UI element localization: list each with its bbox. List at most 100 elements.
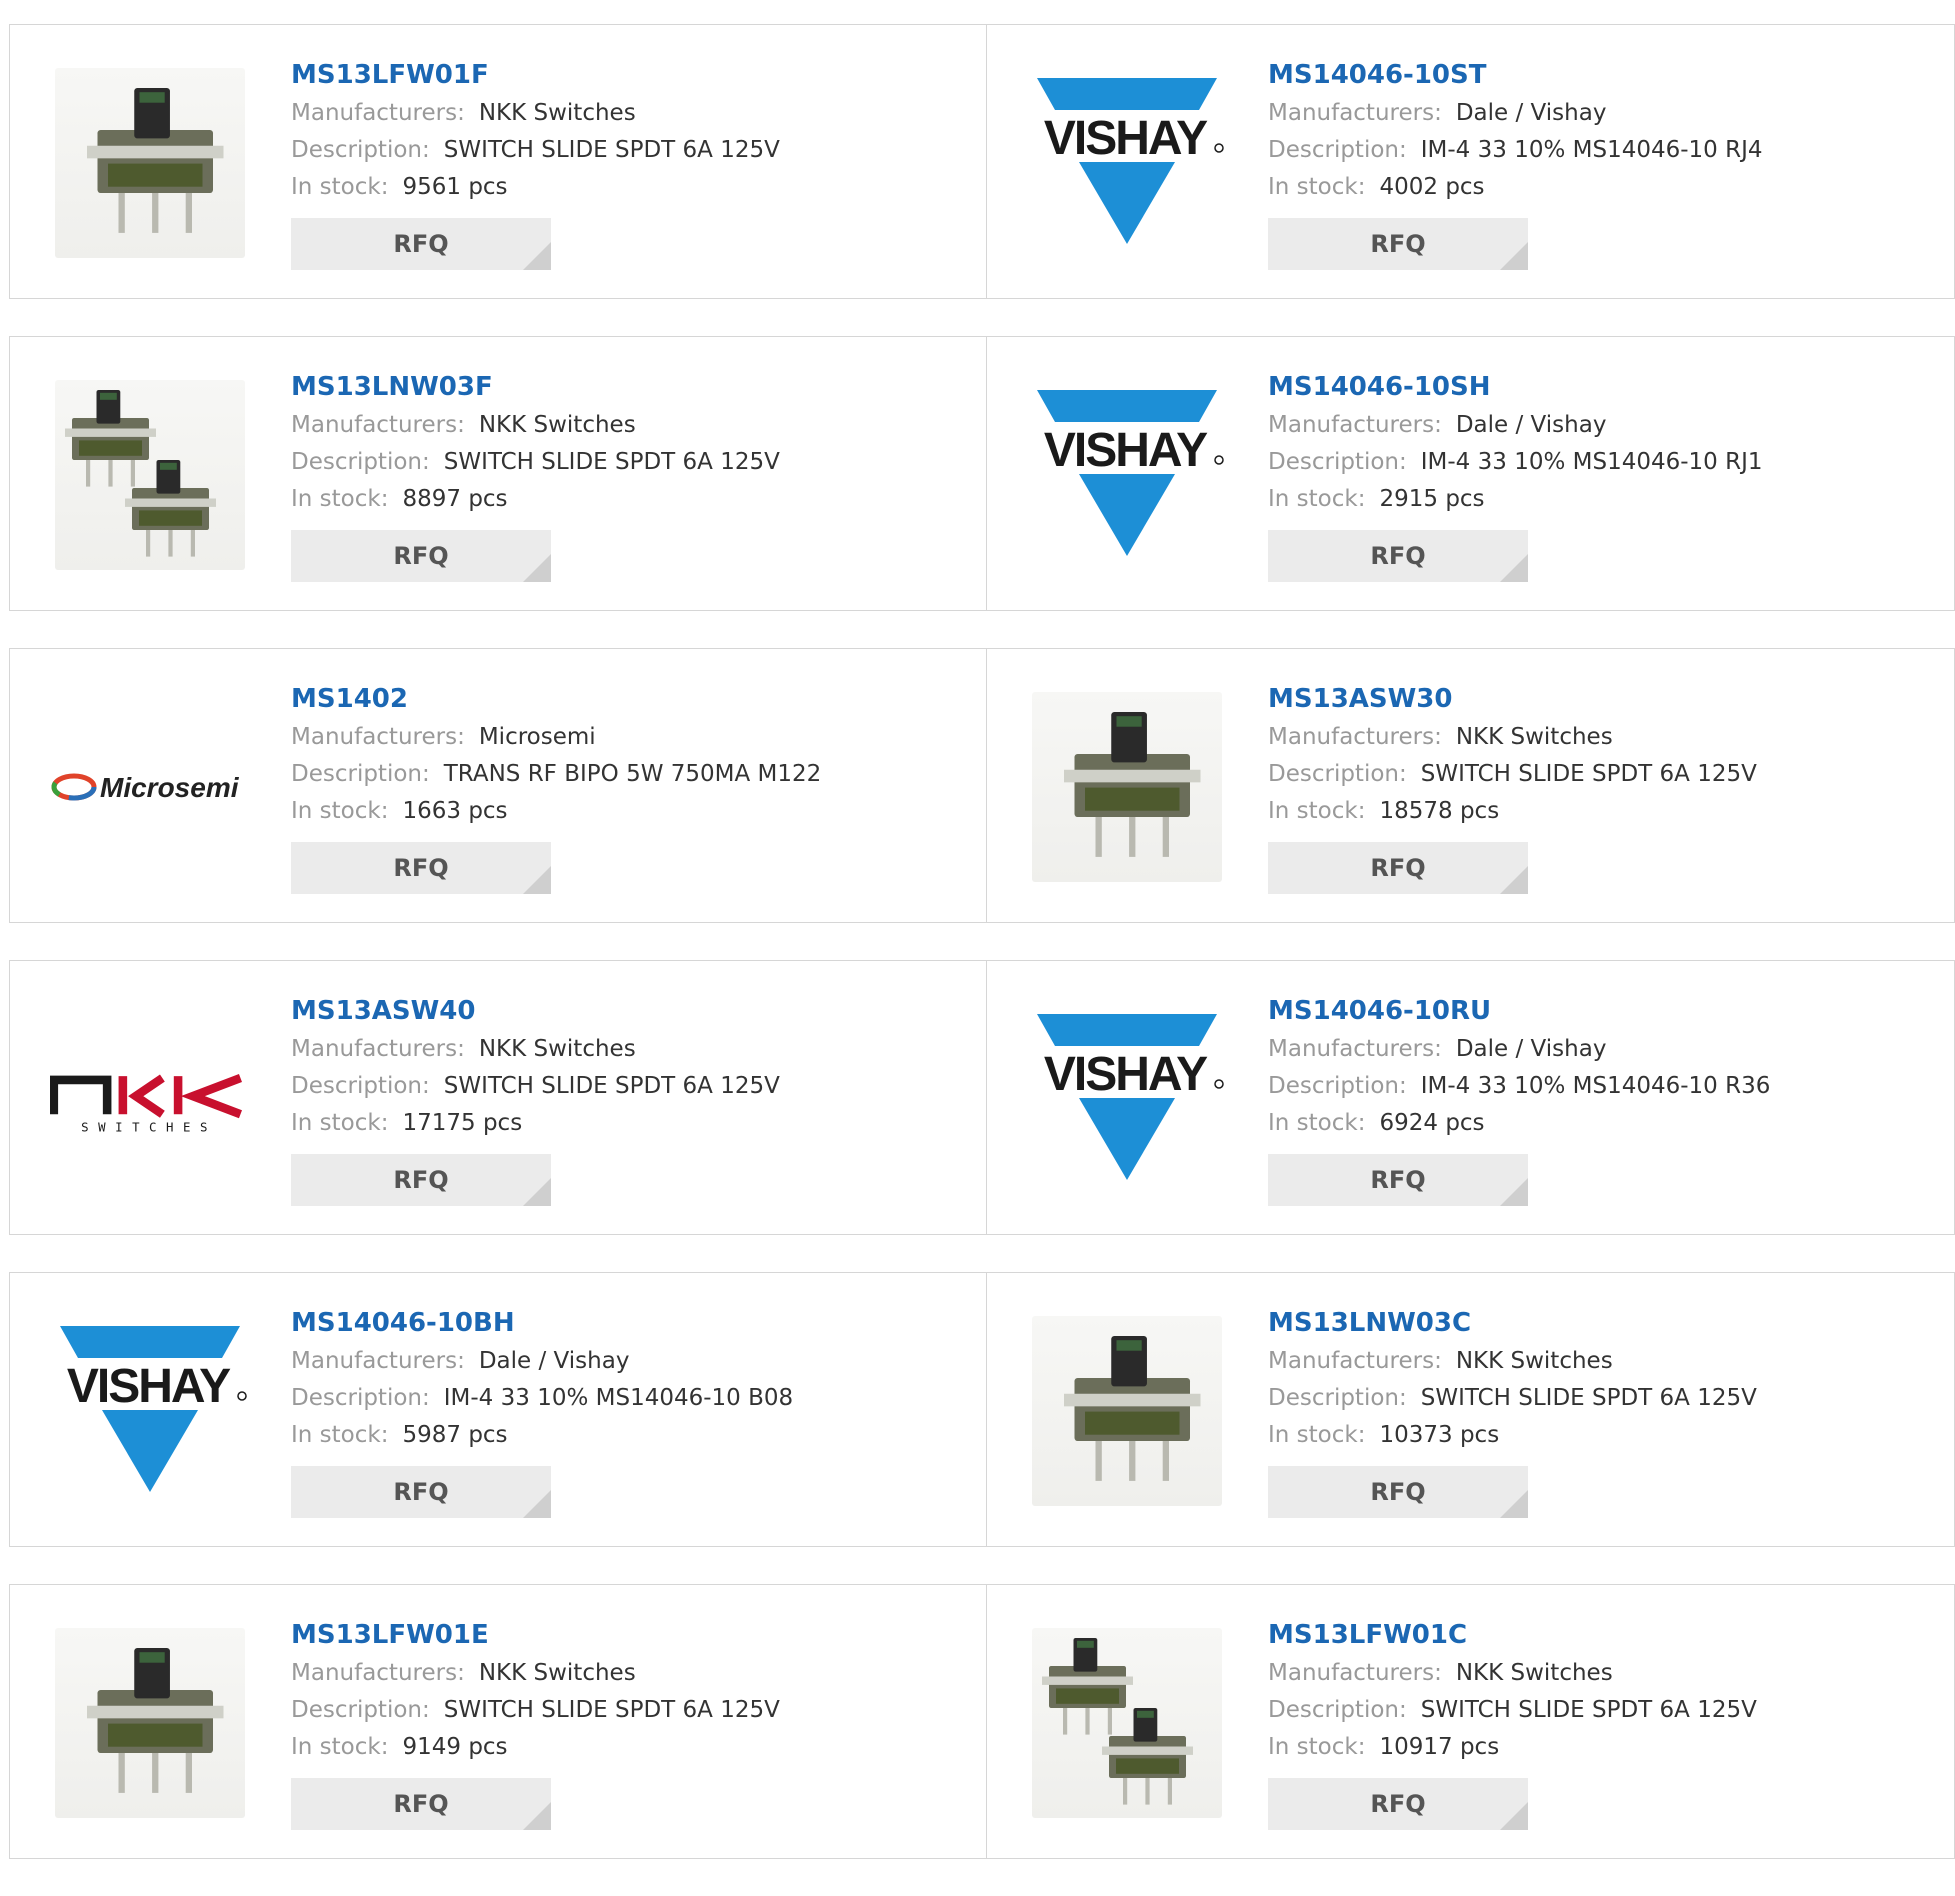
manufacturer-label: Manufacturers: [291, 1348, 465, 1374]
vishay-logo-icon: VISHAY [60, 1326, 247, 1492]
svg-text:Microsemi: Microsemi [100, 772, 240, 803]
product-thumbnail[interactable] [50, 1623, 250, 1823]
description-row: Description: TRANS RF BIPO 5W 750MA M122 [291, 756, 821, 793]
manufacturer-label: Manufacturers: [1268, 100, 1442, 126]
part-number-link[interactable]: MS13LFW01C [1268, 1615, 1757, 1655]
rfq-button[interactable]: RFQ [1268, 1466, 1528, 1518]
rfq-button[interactable]: RFQ [291, 842, 551, 894]
stock-value: 8897 pcs [402, 486, 508, 512]
part-number-link[interactable]: MS14046-10BH [291, 1303, 793, 1343]
product-thumbnail[interactable]: Microsemi [50, 687, 250, 887]
vishay-logo-icon: VISHAY [1037, 390, 1224, 556]
switch-photo-icon [55, 1628, 245, 1818]
product-thumbnail[interactable] [50, 375, 250, 575]
product-thumbnail[interactable]: VISHAY [1027, 375, 1227, 575]
rfq-button[interactable]: RFQ [1268, 1154, 1528, 1206]
manufacturer-row: Manufacturers: Microsemi [291, 719, 821, 756]
product-thumbnail[interactable]: VISHAY [1027, 63, 1227, 263]
description-label: Description: [291, 1073, 430, 1099]
product-row: Microsemi MS1402 Manufacturers: Microsemi… [9, 648, 1955, 923]
description-row: Description: SWITCH SLIDE SPDT 6A 125V [1268, 1380, 1757, 1417]
stock-row: In stock: 2915 pcs [1268, 481, 1763, 518]
manufacturer-row: Manufacturers: NKK Switches [1268, 1655, 1757, 1692]
rfq-button[interactable]: RFQ [1268, 218, 1528, 270]
manufacturer-label: Manufacturers: [291, 1036, 465, 1062]
product-thumbnail[interactable]: VISHAY [1027, 999, 1227, 1199]
rfq-button[interactable]: RFQ [291, 218, 551, 270]
description-value: SWITCH SLIDE SPDT 6A 125V [443, 1073, 780, 1099]
microsemi-logo-icon: Microsemi [51, 772, 240, 803]
manufacturer-value: Dale / Vishay [1455, 1036, 1607, 1062]
description-label: Description: [1268, 1073, 1407, 1099]
stock-value: 9149 pcs [402, 1734, 508, 1760]
manufacturer-value: Dale / Vishay [1455, 100, 1607, 126]
manufacturer-value: NKK Switches [1455, 1660, 1613, 1686]
rfq-button[interactable]: RFQ [1268, 530, 1528, 582]
rfq-label: RFQ [393, 854, 449, 882]
part-number-link[interactable]: MS14046-10RU [1268, 991, 1770, 1031]
product-card: MS13LFW01F Manufacturers: NKK Switches De… [9, 24, 987, 299]
part-number-link[interactable]: MS13LNW03F [291, 367, 780, 407]
rfq-label: RFQ [1370, 230, 1426, 258]
rfq-button[interactable]: RFQ [291, 1778, 551, 1830]
rfq-button[interactable]: RFQ [291, 1466, 551, 1518]
stock-row: In stock: 18578 pcs [1268, 793, 1757, 830]
rfq-button[interactable]: RFQ [1268, 1778, 1528, 1830]
stock-label: In stock: [291, 1734, 389, 1760]
stock-label: In stock: [291, 1110, 389, 1136]
product-card: VISHAY MS14046-10ST Manufacturers: Dale /… [987, 24, 1955, 299]
stock-label: In stock: [1268, 798, 1366, 824]
description-value: IM-4 33 10% MS14046-10 RJ1 [1420, 449, 1763, 475]
manufacturer-row: Manufacturers: NKK Switches [291, 1031, 780, 1068]
rfq-button[interactable]: RFQ [1268, 842, 1528, 894]
switch-photo-icon [1032, 692, 1222, 882]
stock-value: 9561 pcs [402, 174, 508, 200]
part-number-link[interactable]: MS13LFW01F [291, 55, 780, 95]
description-value: SWITCH SLIDE SPDT 6A 125V [1420, 1697, 1757, 1723]
rfq-label: RFQ [393, 1790, 449, 1818]
product-info: MS13LFW01E Manufacturers: NKK Switches De… [291, 1615, 780, 1830]
rfq-label: RFQ [1370, 1166, 1426, 1194]
stock-label: In stock: [291, 486, 389, 512]
product-thumbnail[interactable] [1027, 1623, 1227, 1823]
stock-value: 1663 pcs [402, 798, 508, 824]
product-card: VISHAY MS14046-10SH Manufacturers: Dale /… [987, 336, 1955, 611]
product-info: MS14046-10BH Manufacturers: Dale / Vishay… [291, 1303, 793, 1518]
stock-value: 4002 pcs [1379, 174, 1485, 200]
product-thumbnail[interactable] [1027, 1311, 1227, 1511]
nkk-logo-icon: SWITCHES [50, 1074, 242, 1134]
part-number-link[interactable]: MS14046-10ST [1268, 55, 1763, 95]
description-label: Description: [1268, 137, 1407, 163]
part-number-link[interactable]: MS14046-10SH [1268, 367, 1763, 407]
description-row: Description: SWITCH SLIDE SPDT 6A 125V [291, 1068, 780, 1105]
stock-row: In stock: 6924 pcs [1268, 1105, 1770, 1142]
manufacturer-value: NKK Switches [1455, 724, 1613, 750]
corner-triangle-icon [1500, 1490, 1528, 1518]
rfq-button[interactable]: RFQ [291, 1154, 551, 1206]
description-label: Description: [291, 1697, 430, 1723]
description-row: Description: IM-4 33 10% MS14046-10 RJ1 [1268, 444, 1763, 481]
stock-row: In stock: 8897 pcs [291, 481, 780, 518]
rfq-label: RFQ [1370, 1790, 1426, 1818]
part-number-link[interactable]: MS13LNW03C [1268, 1303, 1757, 1343]
part-number-link[interactable]: MS13LFW01E [291, 1615, 780, 1655]
stock-label: In stock: [1268, 174, 1366, 200]
part-number-link[interactable]: MS13ASW30 [1268, 679, 1757, 719]
manufacturer-label: Manufacturers: [1268, 1660, 1442, 1686]
part-number-link[interactable]: MS1402 [291, 679, 821, 719]
stock-label: In stock: [1268, 1110, 1366, 1136]
product-thumbnail[interactable] [50, 63, 250, 263]
product-thumbnail[interactable]: VISHAY [50, 1311, 250, 1511]
product-info: MS13LNW03C Manufacturers: NKK Switches De… [1268, 1303, 1757, 1518]
corner-triangle-icon [1500, 866, 1528, 894]
part-number-link[interactable]: MS13ASW40 [291, 991, 780, 1031]
description-label: Description: [291, 1385, 430, 1411]
manufacturer-row: Manufacturers: Dale / Vishay [1268, 95, 1763, 132]
product-thumbnail[interactable] [1027, 687, 1227, 887]
rfq-button[interactable]: RFQ [291, 530, 551, 582]
product-info: MS13LNW03F Manufacturers: NKK Switches De… [291, 367, 780, 582]
stock-row: In stock: 17175 pcs [291, 1105, 780, 1142]
rfq-label: RFQ [393, 230, 449, 258]
product-thumbnail[interactable]: SWITCHES [50, 999, 250, 1199]
stock-label: In stock: [1268, 1422, 1366, 1448]
